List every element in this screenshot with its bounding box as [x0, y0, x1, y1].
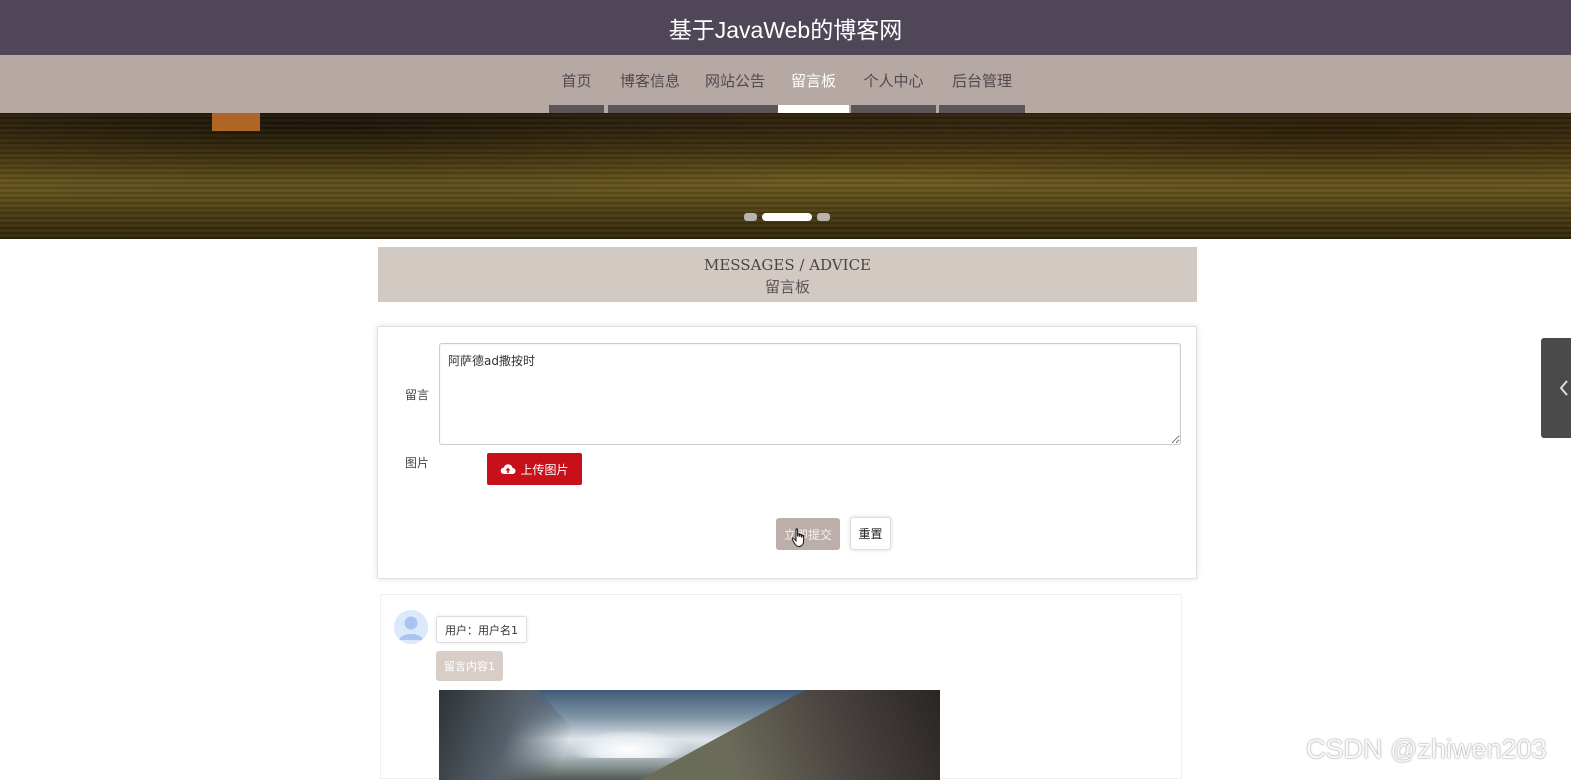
- chevron-left-icon: [1559, 380, 1569, 400]
- message-list: 用户：用户名1 留言内容1: [380, 594, 1182, 780]
- message-form: 留言 阿萨德ad撒按时 图片 上传图片 立即提交 重置: [377, 326, 1197, 579]
- message-image[interactable]: [439, 690, 940, 780]
- nav-label: 个人中心: [863, 72, 924, 90]
- avatar: [394, 610, 428, 644]
- nav-label: 网站公告: [704, 72, 765, 90]
- nav-item-announcements[interactable]: 网站公告: [692, 55, 778, 113]
- nav-underline: [549, 105, 604, 113]
- banner-carousel: [0, 113, 1571, 239]
- carousel-dot-active[interactable]: [762, 213, 812, 221]
- nav-label: 首页: [561, 72, 592, 90]
- site-title: 基于JavaWeb的博客网: [668, 16, 903, 43]
- hand-cursor-icon: [791, 528, 807, 552]
- nav-item-blog-info[interactable]: 博客信息: [608, 55, 692, 113]
- image-snow: [569, 730, 689, 758]
- nav-underline-active: [778, 105, 849, 113]
- watermark: CSDN @zhiwen203: [1306, 734, 1547, 764]
- nav-item-personal-center[interactable]: 个人中心: [851, 55, 936, 113]
- nav-item-admin[interactable]: 后台管理: [939, 55, 1025, 113]
- message-content: 留言内容1: [436, 651, 503, 681]
- nav-label: 留言板: [790, 72, 836, 90]
- section-heading: MESSAGES / ADVICE 留言板: [378, 247, 1197, 302]
- nav-item-home[interactable]: 首页: [549, 55, 604, 113]
- carousel-dot[interactable]: [817, 213, 830, 221]
- main-nav: 首页 博客信息 网站公告 留言板 个人中心 后台管理: [0, 55, 1571, 113]
- site-header: 基于JavaWeb的博客网: [0, 0, 1571, 55]
- image-label: 图片: [405, 456, 430, 470]
- nav-underline: [608, 105, 692, 113]
- user-avatar-icon: [394, 610, 428, 644]
- upload-button-label: 上传图片: [520, 462, 569, 477]
- cloud-upload-icon: [500, 463, 517, 475]
- nav-underline: [692, 105, 778, 113]
- message-user: 用户：用户名1: [436, 616, 527, 643]
- reset-button[interactable]: 重置: [850, 517, 891, 550]
- carousel-indicators: [744, 213, 830, 221]
- nav-underline: [939, 105, 1025, 113]
- upload-image-button[interactable]: 上传图片: [487, 453, 582, 485]
- section-title-en: MESSAGES / ADVICE: [703, 256, 871, 274]
- nav-label: 后台管理: [951, 72, 1012, 90]
- submit-button[interactable]: 立即提交: [776, 518, 840, 550]
- carousel-dot[interactable]: [744, 213, 757, 221]
- section-title-cn: 留言板: [764, 278, 810, 296]
- message-textarea[interactable]: 阿萨德ad撒按时: [439, 343, 1181, 445]
- side-panel-toggle[interactable]: [1541, 338, 1571, 438]
- nav-underline: [851, 105, 936, 113]
- banner-highlight: [212, 113, 260, 131]
- nav-label: 博客信息: [619, 72, 680, 90]
- nav-item-message-board[interactable]: 留言板: [778, 55, 849, 113]
- message-label: 留言: [405, 388, 430, 402]
